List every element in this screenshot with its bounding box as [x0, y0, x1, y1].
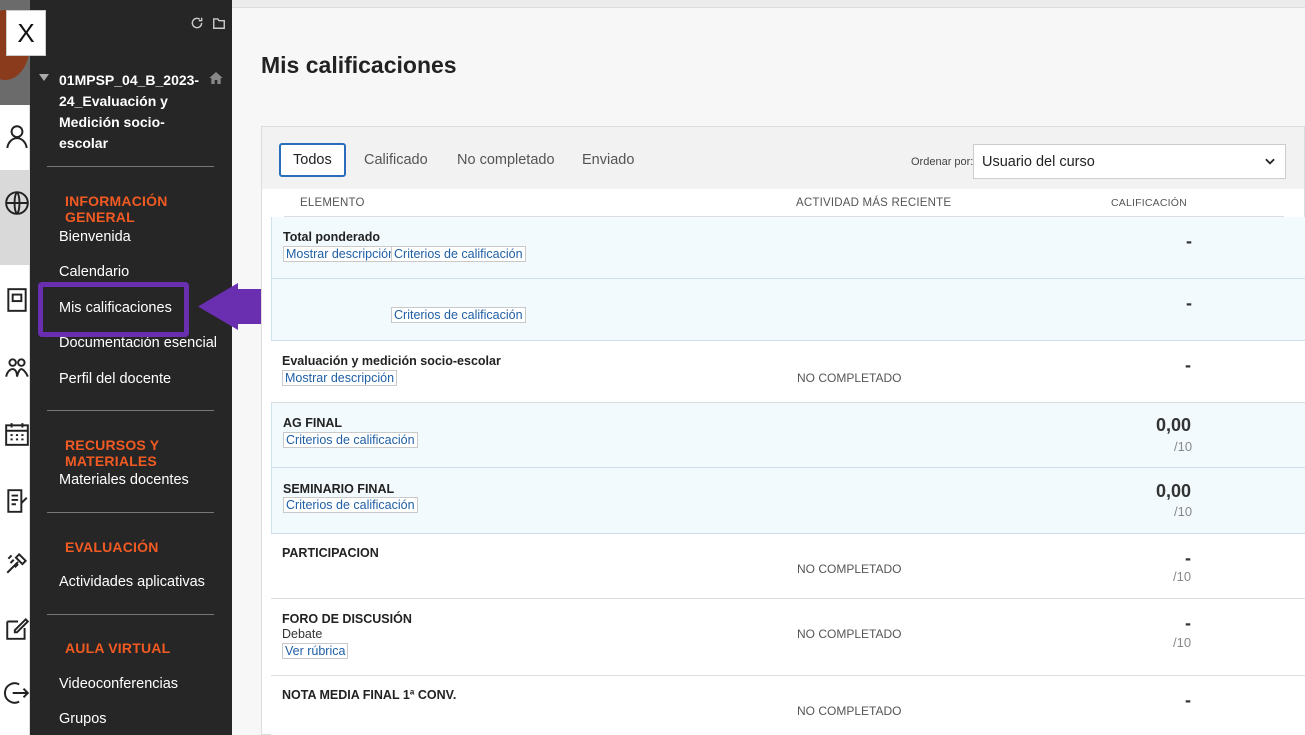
grading-criteria-link[interactable]: Criterios de calificación: [391, 246, 526, 262]
top-strip: [232, 0, 1305, 8]
grading-criteria-link[interactable]: Criterios de calificación: [283, 497, 418, 513]
tools-icon[interactable]: [4, 550, 32, 578]
chevron-down-icon[interactable]: [39, 74, 49, 81]
row-activity: NO COMPLETADO: [797, 371, 902, 385]
sidebar-tools: [190, 16, 226, 33]
tab-todos[interactable]: Todos: [279, 143, 346, 177]
sidebar-item-bienvenida[interactable]: Bienvenida: [59, 229, 131, 245]
tab-enviado[interactable]: Enviado: [582, 152, 634, 168]
show-description-link[interactable]: Mostrar descripción: [282, 370, 398, 386]
grading-criteria-link[interactable]: Criterios de calificación: [391, 307, 526, 323]
sort-select[interactable]: Usuario del curso: [973, 144, 1286, 179]
table-row: AG FINAL Criterios de calificación 0,00 …: [271, 403, 1305, 468]
row-grade: 0,00: [1156, 415, 1192, 435]
column-header-actividad: ACTIVIDAD MÁS RECIENTE: [796, 197, 952, 209]
row-title: FORO DE DISCUSIÓN: [282, 612, 412, 626]
table-row: PARTICIPACION NO COMPLETADO - /10: [271, 534, 1305, 599]
table-row: FORO DE DISCUSIÓN Debate Ver rúbrica NO …: [271, 599, 1305, 676]
row-grade: -: [1186, 293, 1192, 313]
sidebar-divider: [47, 410, 214, 411]
row-activity: NO COMPLETADO: [797, 627, 902, 641]
sort-value: Usuario del curso: [982, 154, 1095, 170]
table-row: Total ponderado Mostrar descripción Crit…: [271, 217, 1305, 279]
section-aula-virtual: AULA VIRTUAL: [65, 640, 171, 656]
refresh-icon[interactable]: [190, 16, 204, 33]
folder-icon[interactable]: [212, 16, 226, 33]
book-icon[interactable]: [4, 287, 32, 315]
row-grade-outof: /10: [1173, 635, 1192, 650]
row-title: Evaluación y medición socio-escolar: [282, 354, 501, 368]
edit-icon[interactable]: [4, 615, 32, 643]
calendar-icon[interactable]: [4, 421, 32, 449]
column-header-calificacion[interactable]: CALIFICACIÓN: [1111, 197, 1187, 209]
row-grade-outof: /10: [1174, 439, 1193, 454]
row-activity: NO COMPLETADO: [797, 562, 902, 576]
sort-label: Ordenar por:: [911, 156, 974, 168]
sidebar-item-materiales-docentes[interactable]: Materiales docentes: [59, 472, 189, 488]
row-grade: -: [1185, 548, 1191, 568]
globe-icon[interactable]: [4, 190, 32, 218]
course-title[interactable]: 01MPSP_04_B_2023-24_Evaluación y Medició…: [59, 70, 199, 154]
sidebar-item-perfil-docente[interactable]: Perfil del docente: [59, 371, 171, 387]
home-icon[interactable]: [208, 70, 224, 91]
tab-calificado[interactable]: Calificado: [364, 152, 428, 168]
user-icon[interactable]: [4, 123, 32, 151]
row-title: Total ponderado: [283, 230, 380, 244]
page-title: Mis calificaciones: [261, 52, 457, 78]
row-subtitle: Debate: [282, 627, 323, 641]
grading-criteria-link[interactable]: Criterios de calificación: [283, 432, 418, 448]
sidebar-divider: [47, 166, 214, 167]
people-icon[interactable]: [4, 355, 32, 383]
sidebar-item-calendario[interactable]: Calendario: [59, 264, 129, 280]
row-grade: -: [1186, 231, 1192, 251]
section-informacion-general: INFORMACIÓN GENERAL: [65, 193, 168, 225]
row-title: NOTA MEDIA FINAL 1ª CONV.: [282, 688, 457, 702]
column-header-elemento: ELEMENTO: [300, 197, 365, 209]
grades-panel: Todos Calificado No completado Enviado O…: [261, 126, 1305, 735]
tab-no-completado[interactable]: No completado: [457, 152, 555, 168]
row-grade: -: [1185, 690, 1191, 710]
sidebar-item-grupos[interactable]: Grupos: [59, 711, 107, 727]
chevron-down-icon: [1263, 154, 1277, 172]
sidebar-item-videoconferencias[interactable]: Videoconferencias: [59, 676, 178, 692]
row-grade-outof: /10: [1173, 569, 1192, 584]
sidebar-item-documentacion-esencial[interactable]: Documentación esencial: [59, 335, 217, 351]
icon-rail: [0, 0, 30, 735]
table-row: Criterios de calificación -: [271, 279, 1305, 341]
show-description-link[interactable]: Mostrar descripción: [283, 246, 399, 262]
table-row: SEMINARIO FINAL Criterios de calificació…: [271, 468, 1305, 534]
close-button[interactable]: X: [6, 10, 46, 56]
logout-icon[interactable]: [3, 680, 32, 708]
sidebar-divider: [47, 512, 214, 513]
row-activity: NO COMPLETADO: [797, 704, 902, 718]
table-row: NOTA MEDIA FINAL 1ª CONV. NO COMPLETADO …: [271, 676, 1305, 735]
row-grade: -: [1185, 613, 1191, 633]
course-sidebar: 01MPSP_04_B_2023-24_Evaluación y Medició…: [30, 0, 232, 735]
table-row: Evaluación y medición socio-escolar Most…: [271, 341, 1305, 403]
sidebar-item-actividades-aplicativas[interactable]: Actividades aplicativas: [59, 574, 205, 590]
row-title: SEMINARIO FINAL: [283, 482, 395, 496]
view-rubric-link[interactable]: Ver rúbrica: [282, 643, 349, 659]
row-grade: 0,00: [1156, 481, 1192, 501]
sidebar-divider: [47, 614, 214, 615]
row-grade-outof: /10: [1174, 504, 1193, 519]
section-evaluacion: EVALUACIÓN: [65, 539, 159, 555]
row-grade: -: [1185, 355, 1191, 375]
section-recursos-materiales: RECURSOS Y MATERIALES: [65, 437, 160, 469]
row-title: PARTICIPACION: [282, 546, 379, 560]
row-title: AG FINAL: [283, 416, 343, 430]
document-icon[interactable]: [4, 488, 32, 516]
filter-bar: Todos Calificado No completado Enviado O…: [262, 127, 1304, 189]
highlight-box: [38, 282, 189, 337]
